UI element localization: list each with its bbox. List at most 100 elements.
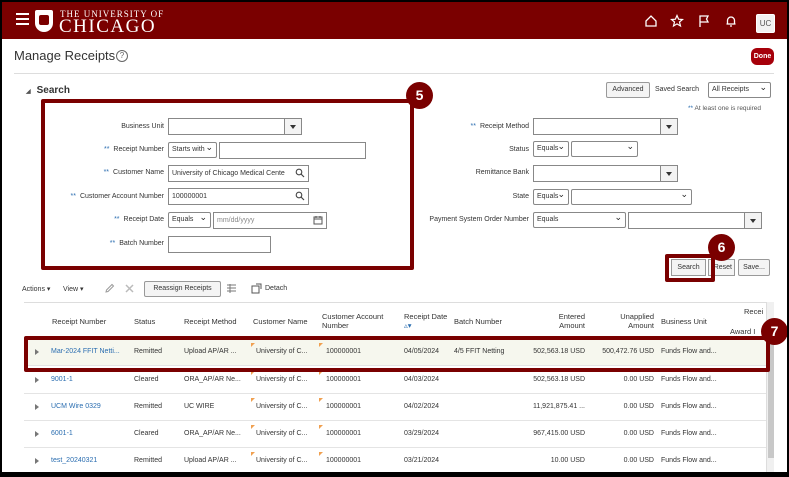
flag-marker — [319, 452, 323, 456]
account-cell: 100000001 — [326, 430, 362, 437]
help-icon[interactable]: ? — [116, 50, 128, 62]
remittance-bank-input[interactable] — [533, 165, 678, 182]
unapplied-amount-cell: 0.00 USD — [623, 430, 654, 437]
highlight-box-search-button — [665, 254, 715, 282]
receipt-method-dropdown-icon[interactable] — [660, 119, 677, 134]
expand-row-icon[interactable] — [35, 377, 39, 383]
customer-cell: University of C... — [256, 430, 308, 437]
university-shield-logo — [35, 10, 53, 32]
payment-system-input[interactable] — [628, 212, 762, 229]
table-row[interactable]: UCM Wire 0329 Remitted UC WIRE Universit… — [24, 394, 766, 421]
bell-icon[interactable] — [724, 14, 738, 28]
freeze-columns-icon[interactable] — [226, 283, 237, 294]
col-business-unit[interactable]: Business Unit — [661, 317, 707, 326]
unapplied-amount-cell: 0.00 USD — [623, 403, 654, 410]
flag-icon[interactable] — [697, 14, 711, 28]
receipt-number-link[interactable]: UCM Wire 0329 — [51, 403, 101, 410]
expand-row-icon[interactable] — [35, 458, 39, 464]
edit-icon[interactable] — [104, 283, 115, 294]
receipt-method-input[interactable] — [533, 118, 678, 135]
col-unapplied-amount[interactable]: Unapplied Amount — [614, 312, 654, 330]
col-entered-amount[interactable]: Entered Amount — [548, 312, 585, 330]
reassign-receipts-button[interactable]: Reassign Receipts — [144, 281, 221, 297]
status-cell: Remitted — [134, 403, 163, 410]
status-operator[interactable]: Equals — [533, 141, 569, 157]
receipt-number-link[interactable]: test_20240321 — [51, 457, 97, 464]
customer-cell: University of C... — [256, 457, 308, 464]
method-cell: UC WIRE — [184, 403, 215, 410]
receipt-number-link[interactable]: 9001-1 — [51, 376, 73, 383]
receipt-number-link[interactable]: 6001-1 — [51, 430, 73, 437]
business-unit-cell: Funds Flow and... — [661, 376, 717, 383]
entered-amount-cell: 967,415.00 USD — [533, 430, 585, 437]
col-customer-name[interactable]: Customer Name — [253, 317, 308, 326]
col-receipt-number[interactable]: Receipt Number — [52, 317, 106, 326]
flag-marker — [319, 398, 323, 402]
step-badge-7: 7 — [761, 318, 787, 345]
menu-icon[interactable] — [16, 13, 29, 25]
method-cell: ORA_AP/AR Ne... — [184, 376, 241, 383]
expand-row-icon[interactable] — [35, 404, 39, 410]
col-receipt-award-bottom[interactable]: Award I — [730, 327, 755, 336]
col-receipt-method[interactable]: Receipt Method — [184, 317, 237, 326]
advanced-button[interactable]: Advanced — [606, 82, 650, 98]
col-status[interactable]: Status — [134, 317, 155, 326]
col-customer-account[interactable]: Customer Account Number — [322, 312, 398, 330]
method-cell: ORA_AP/AR Ne... — [184, 430, 241, 437]
step-badge-6: 6 — [708, 234, 735, 261]
home-icon[interactable] — [644, 14, 658, 28]
actions-menu[interactable]: Actions ▾ — [22, 285, 50, 293]
state-select[interactable] — [571, 189, 692, 205]
state-operator[interactable]: Equals — [533, 189, 569, 205]
view-menu[interactable]: View ▾ — [63, 285, 84, 293]
business-unit-cell: Funds Flow and... — [661, 403, 717, 410]
status-cell: Cleared — [134, 430, 159, 437]
entered-amount-cell: 11,921,875.41 ... — [532, 403, 585, 410]
status-cell: Remitted — [134, 457, 163, 464]
account-cell: 100000001 — [326, 403, 362, 410]
date-cell: 03/29/2024 — [404, 430, 440, 437]
step-badge-5: 5 — [406, 82, 433, 109]
detach-button[interactable]: Detach — [265, 285, 287, 292]
page-title: Manage Receipts — [14, 48, 116, 63]
divider — [14, 73, 774, 74]
status-cell: Cleared — [134, 376, 159, 383]
logo-text-big: CHICAGO — [59, 16, 157, 37]
sort-indicator-icon[interactable]: ▵▾ — [404, 321, 412, 330]
date-cell: 04/02/2024 — [404, 403, 440, 410]
app-frame: THE UNIVERSITY OF CHICAGO UC Manage Rece… — [0, 0, 789, 477]
col-batch-number[interactable]: Batch Number — [454, 317, 502, 326]
status-label: Status — [509, 146, 529, 153]
remittance-bank-dropdown-icon[interactable] — [660, 166, 677, 181]
detach-icon[interactable] — [251, 283, 262, 294]
unapplied-amount-cell: 0.00 USD — [623, 457, 654, 464]
save-search-button[interactable]: Save... — [738, 259, 770, 276]
required-note-text: At least one is required — [694, 105, 761, 112]
flag-marker — [319, 425, 323, 429]
delete-icon[interactable] — [124, 283, 135, 294]
status-select[interactable] — [571, 141, 638, 157]
expand-row-icon[interactable] — [35, 431, 39, 437]
col-receipt-award-top[interactable]: Recei — [744, 307, 763, 316]
col-receipt-date[interactable]: Receipt Date ▵▾ — [404, 312, 450, 330]
highlight-box-first-row — [24, 336, 770, 372]
method-cell: Upload AP/AR ... — [184, 457, 237, 464]
table-row[interactable]: 6001-1 Cleared ORA_AP/AR Ne... Universit… — [24, 421, 766, 448]
highlight-box-search-fields — [41, 99, 414, 270]
flag-marker — [251, 398, 255, 402]
date-cell: 03/21/2024 — [404, 457, 440, 464]
account-cell: 100000001 — [326, 376, 362, 383]
payment-system-operator[interactable]: Equals — [533, 212, 626, 228]
user-avatar[interactable]: UC — [756, 14, 775, 33]
saved-search-label: Saved Search — [655, 86, 699, 93]
done-button[interactable]: Done — [751, 48, 774, 65]
star-icon[interactable] — [669, 13, 685, 28]
flag-marker — [251, 452, 255, 456]
table-row[interactable]: test_20240321 Remitted Upload AP/AR ... … — [24, 448, 766, 475]
business-unit-cell: Funds Flow and... — [661, 457, 717, 464]
saved-search-select[interactable]: All Receipts — [708, 82, 771, 98]
payment-system-dropdown-icon[interactable] — [744, 213, 761, 228]
search-section-header[interactable]: Search — [26, 85, 70, 96]
business-unit-cell: Funds Flow and... — [661, 430, 717, 437]
customer-cell: University of C... — [256, 376, 308, 383]
